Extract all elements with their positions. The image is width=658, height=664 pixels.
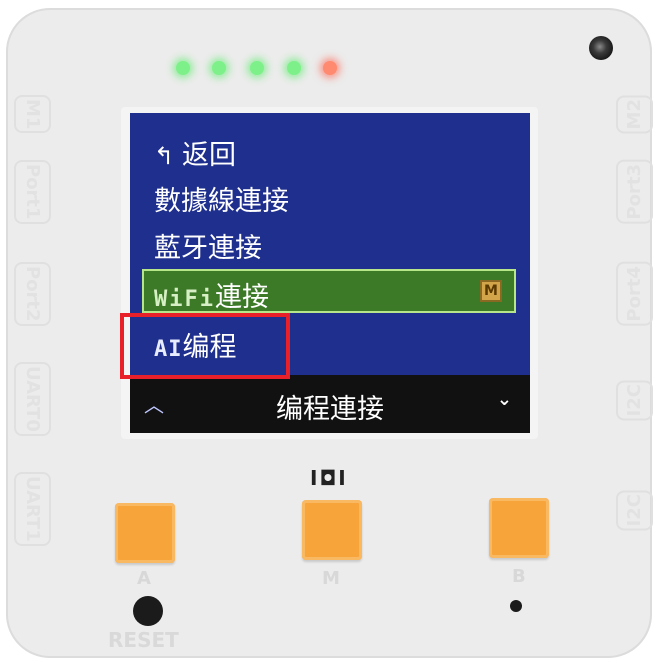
reset-label: RESET	[108, 628, 179, 652]
wifi-label: 連接	[214, 282, 269, 313]
side-label-m2: M2	[616, 95, 653, 134]
microphone-icon: I◘I	[310, 466, 348, 490]
menu-item-bluetooth[interactable]: 藍牙連接	[154, 226, 262, 265]
led-3	[250, 61, 264, 75]
menu-item-back-label: 返回	[182, 140, 236, 171]
button-a[interactable]	[115, 503, 175, 563]
side-label-port3: Port3	[616, 160, 653, 224]
menu-item-wifi-text: WiFi連接	[154, 275, 269, 314]
light-sensor	[589, 36, 613, 60]
button-b[interactable]	[489, 498, 549, 558]
lock-icon: M	[480, 280, 502, 302]
footer-bar: ︿ 编程連接 ⌄	[130, 375, 530, 433]
led-4	[287, 61, 301, 75]
footer-title: 编程連接	[276, 394, 384, 425]
side-label-port2: Port2	[14, 262, 51, 326]
screen: ↰ 返回 數據線連接 藍牙連接 WiFi連接 M AI编程 ︿ 编程連接 ⌄	[130, 113, 530, 433]
button-a-label: A	[137, 568, 151, 589]
highlight-box	[120, 313, 290, 379]
side-label-i2c-1: I2C	[616, 380, 653, 421]
mic-hole	[510, 600, 522, 612]
led-5	[323, 61, 337, 75]
led-2	[212, 61, 226, 75]
button-b-label: B	[512, 566, 526, 587]
side-label-port1: Port1	[14, 160, 51, 224]
side-label-i2c-2: I2C	[616, 490, 653, 531]
side-label-m1: M1	[14, 95, 51, 134]
led-1	[176, 61, 190, 75]
button-m[interactable]	[302, 500, 362, 560]
wifi-prefix: WiFi	[154, 287, 215, 312]
menu-item-back[interactable]: ↰ 返回	[154, 133, 236, 172]
menu-item-wifi[interactable]: WiFi連接 M	[142, 269, 516, 313]
menu-item-usb[interactable]: 數據線連接	[154, 179, 289, 218]
side-label-port4: Port4	[616, 262, 653, 326]
back-arrow-icon: ↰	[154, 142, 175, 170]
reset-button[interactable]	[133, 596, 163, 626]
scroll-down-icon[interactable]: ⌄	[497, 389, 512, 410]
button-m-label: M	[322, 568, 340, 589]
side-label-uart1: UART1	[14, 472, 51, 546]
side-label-uart0: UART0	[14, 362, 51, 436]
